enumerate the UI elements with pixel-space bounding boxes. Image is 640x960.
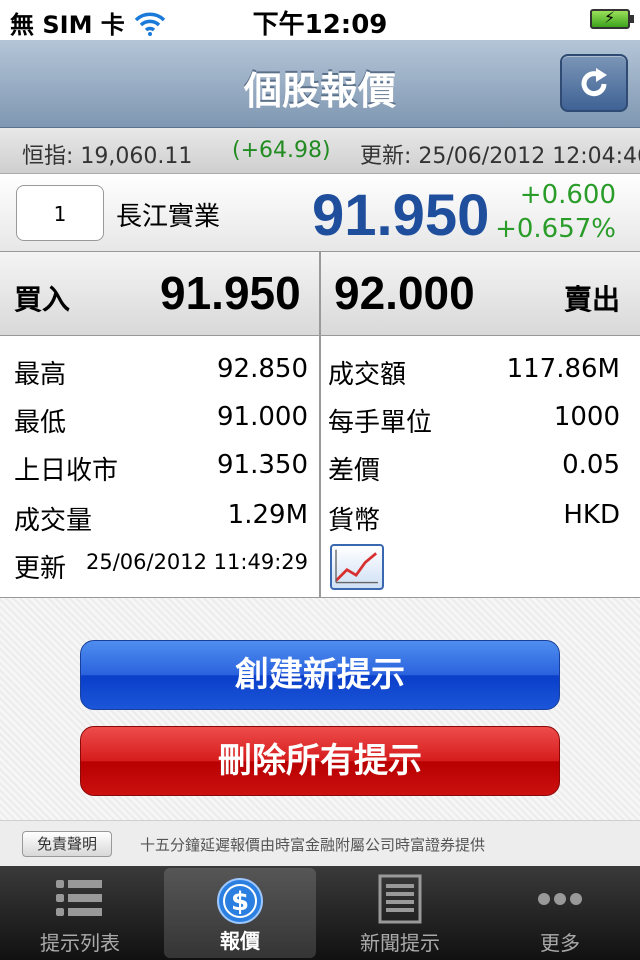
disclaimer-bar: 免責聲明 十五分鐘延遲報價由時富金融附屬公司時富證券提供 [0,820,640,866]
volume-label: 成交量 [14,506,93,536]
tab-label: 更多 [540,931,580,955]
create-alert-button[interactable]: 創建新提示 [80,640,560,710]
bid-ask-panel: 買入 91.950 92.000 賣出 [0,252,640,336]
currency-value: HKD [563,500,620,530]
turnover-label: 成交額 [328,360,407,390]
divider [319,252,321,336]
chart-icon[interactable] [330,544,384,590]
tab-label: 新聞提示 [360,931,440,955]
svg-text:$: $ [231,887,249,917]
spread-value: 0.05 [562,450,620,480]
high-value: 92.850 [217,354,308,384]
tab-label: 提示列表 [40,931,120,955]
divider [319,336,321,598]
stock-header: 1 長江實業 91.950 +0.600 +0.657% [0,174,640,252]
tab-label: 報價 [220,929,260,953]
tab-quote[interactable]: $ 報價 [164,868,316,958]
delete-all-alerts-button[interactable]: 刪除所有提示 [80,726,560,796]
currency-label: 貨幣 [328,506,381,536]
stock-code-input[interactable]: 1 [16,185,104,241]
stock-change-percent: +0.657% [495,214,616,244]
tab-alert-list[interactable]: 提示列表 [0,866,160,960]
tab-more[interactable]: 更多 [480,866,640,960]
page-title: 個股報價 [243,69,396,113]
stock-change: +0.600 [519,180,616,210]
stock-name: 長江實業 [116,202,221,232]
disclaimer-button[interactable]: 免責聲明 [22,831,112,857]
battery-icon: ⚡ [590,8,634,29]
bid-price: 91.950 [160,267,301,319]
low-label: 最低 [14,408,67,438]
volume-value: 1.29M [227,500,308,530]
lot-size-label: 每手單位 [328,408,433,438]
more-icon [538,893,582,905]
clock: 下午12:09 [252,10,388,40]
lot-size-value: 1000 [553,402,620,432]
ask-label: 賣出 [563,283,620,316]
update-time: 25/06/2012 11:49:29 [85,550,308,574]
quote-details: 最高 92.850 最低 91.000 上日收市 91.350 成交量 1.29… [0,336,640,598]
navigation-bar: 個股報價 [0,40,640,128]
tab-bar: 提示列表 $ 報價 新聞提示 更多 [0,866,640,960]
high-label: 最高 [14,360,67,390]
prev-close-label: 上日收市 [14,456,119,486]
news-icon [378,874,422,924]
hsi-value: 恒指: 19,060.11 [22,144,193,169]
refresh-button[interactable] [560,54,628,112]
turnover-value: 117.86M [506,354,620,384]
list-icon [56,880,102,916]
ask-price: 92.000 [334,267,475,319]
disclaimer-text: 十五分鐘延遲報價由時富金融附屬公司時富證券提供 [140,836,486,854]
dollar-icon: $ [217,878,263,924]
hsi-change: (+64.98) [232,138,331,163]
index-bar: 恒指: 19,060.11 (+64.98) 更新: 25/06/2012 12… [0,128,640,174]
low-value: 91.000 [217,402,308,432]
index-update-time: 更新: 25/06/2012 12:04:46 [360,144,640,169]
bid-label: 買入 [14,283,71,316]
spread-label: 差價 [328,456,381,486]
update-label: 更新 [14,554,67,584]
alert-actions: 創建新提示 刪除所有提示 [0,598,640,820]
status-bar: 無 SIM 卡 下午12:09 ⚡ [0,0,640,40]
tab-news-alerts[interactable]: 新聞提示 [320,866,480,960]
refresh-icon [581,68,607,97]
stock-price: 91.950 [312,183,490,248]
prev-close-value: 91.350 [217,450,308,480]
